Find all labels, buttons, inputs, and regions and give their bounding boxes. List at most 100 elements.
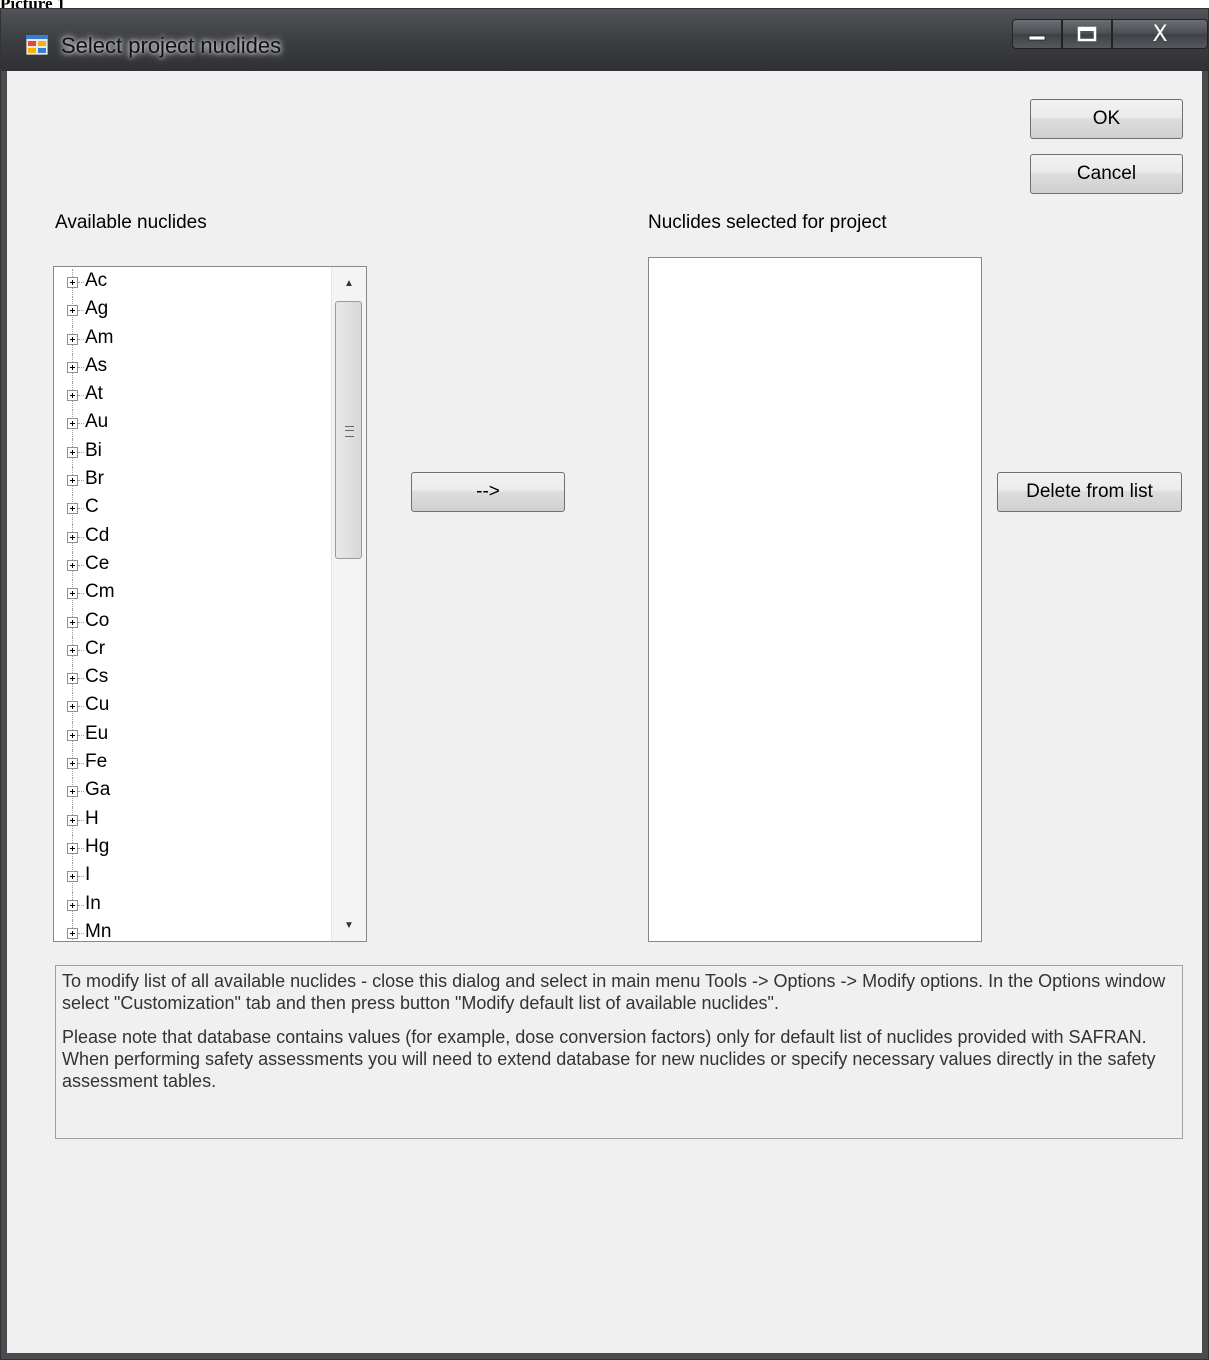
tree-item[interactable]: H xyxy=(54,806,330,835)
vertical-scrollbar[interactable]: ▲ ▼ xyxy=(331,267,366,941)
tree-item-label: Eu xyxy=(85,722,109,744)
tree-item-label: Ag xyxy=(85,298,109,320)
info-text-box: To modify list of all available nuclides… xyxy=(55,965,1183,1139)
tree-connector-line xyxy=(78,621,84,623)
tree-item[interactable]: Eu xyxy=(54,721,330,751)
scroll-up-arrow-icon[interactable]: ▲ xyxy=(332,267,366,299)
expand-plus-icon[interactable] xyxy=(67,390,78,402)
tree-item[interactable]: I xyxy=(54,863,330,892)
expand-plus-icon[interactable] xyxy=(67,333,78,345)
tree-item-label: Cs xyxy=(85,666,109,688)
selected-nuclides-label: Nuclides selected for project xyxy=(648,212,887,233)
tree-item[interactable]: Ag xyxy=(54,297,330,326)
expand-plus-icon[interactable] xyxy=(67,503,78,515)
available-nuclides-tree[interactable]: Ac Ag Am As At Au Bi Br C Cd Ce Cm Co Cr Cs Cu Eu Fe Ga H Hg… xyxy=(53,266,367,942)
tree-item[interactable]: Mn xyxy=(54,919,330,941)
expand-plus-icon[interactable] xyxy=(67,786,78,798)
expand-plus-icon[interactable] xyxy=(67,701,78,713)
dialog-window: Select project nuclides X OK Cancel Avai… xyxy=(0,8,1209,1360)
app-window-icon xyxy=(26,35,48,55)
expand-plus-icon[interactable] xyxy=(67,871,78,883)
expand-plus-icon[interactable] xyxy=(67,814,78,826)
tree-connector-line xyxy=(78,904,84,906)
close-button[interactable]: X xyxy=(1112,19,1208,49)
tree-item-label: Ga xyxy=(85,779,111,801)
tree-item-label: Bi xyxy=(85,439,102,461)
expand-plus-icon[interactable] xyxy=(67,616,78,628)
tree-list: Ac Ag Am As At Au Bi Br C Cd Ce Cm Co Cr Cs Cu Eu Fe Ga H Hg… xyxy=(54,269,330,941)
tree-item[interactable]: At xyxy=(54,382,330,411)
tree-item-label: H xyxy=(85,807,99,829)
tree-item-label: Fe xyxy=(85,751,108,773)
expand-plus-icon[interactable] xyxy=(67,361,78,373)
expand-plus-icon[interactable] xyxy=(67,588,78,600)
expand-plus-icon[interactable] xyxy=(67,531,78,543)
tree-connector-line xyxy=(78,932,84,934)
tree-item[interactable]: Cs xyxy=(54,665,330,694)
tree-item-label: Cd xyxy=(85,524,110,546)
tree-connector-line xyxy=(78,791,84,793)
selected-nuclides-list[interactable] xyxy=(648,257,982,942)
maximize-button[interactable] xyxy=(1062,19,1112,49)
tree-item[interactable]: As xyxy=(54,353,330,383)
tree-item[interactable]: Cu xyxy=(54,693,330,722)
ok-button[interactable]: OK xyxy=(1030,99,1183,139)
tree-connector-line xyxy=(78,480,84,482)
tree-item-label: Ce xyxy=(85,552,110,574)
available-nuclides-label: Available nuclides xyxy=(55,212,207,233)
tree-item[interactable]: Am xyxy=(54,325,330,354)
expand-plus-icon[interactable] xyxy=(67,673,78,685)
expand-plus-icon[interactable] xyxy=(67,927,78,939)
delete-from-list-button[interactable]: Delete from list xyxy=(997,472,1182,512)
tree-item[interactable]: Cd xyxy=(54,523,330,552)
expand-plus-icon[interactable] xyxy=(67,842,78,854)
tree-item[interactable]: Cr xyxy=(54,636,330,666)
grip-icon xyxy=(345,426,354,437)
tree-connector-line xyxy=(78,395,84,397)
tree-item[interactable]: Cm xyxy=(54,580,330,609)
tree-item[interactable]: Br xyxy=(54,467,330,496)
tree-item-label: As xyxy=(85,354,108,376)
tree-item-label: At xyxy=(85,383,103,405)
tree-connector-line xyxy=(78,819,84,821)
expand-plus-icon[interactable] xyxy=(67,305,78,317)
tree-item[interactable]: In xyxy=(54,891,330,920)
add-nuclide-button[interactable]: --> xyxy=(411,472,565,512)
tree-item-label: Co xyxy=(85,609,110,631)
scroll-down-arrow-icon[interactable]: ▼ xyxy=(332,909,366,941)
tree-item[interactable]: Ga xyxy=(54,778,330,807)
tree-item[interactable]: Au xyxy=(54,410,330,439)
tree-connector-line xyxy=(78,508,84,510)
tree-item[interactable]: C xyxy=(54,495,330,524)
close-icon: X xyxy=(1152,21,1168,47)
window-title: Select project nuclides xyxy=(61,33,282,58)
expand-plus-icon[interactable] xyxy=(67,559,78,571)
expand-plus-icon[interactable] xyxy=(67,644,78,656)
tree-connector-line xyxy=(78,451,84,453)
tree-item[interactable]: Ce xyxy=(54,551,330,581)
tree-item[interactable]: Bi xyxy=(54,438,330,468)
expand-plus-icon[interactable] xyxy=(67,446,78,458)
tree-item[interactable]: Co xyxy=(54,608,330,637)
expand-plus-icon[interactable] xyxy=(67,277,78,288)
minimize-icon xyxy=(1028,35,1046,41)
tree-connector-line xyxy=(78,876,84,878)
cancel-button[interactable]: Cancel xyxy=(1030,154,1183,194)
expand-plus-icon[interactable] xyxy=(67,899,78,911)
minimize-button[interactable] xyxy=(1012,19,1062,49)
expand-plus-icon[interactable] xyxy=(67,729,78,741)
expand-plus-icon[interactable] xyxy=(67,475,78,487)
expand-plus-icon[interactable] xyxy=(67,758,78,770)
tree-connector-line xyxy=(78,706,84,708)
title-bar[interactable]: Select project nuclides X xyxy=(1,9,1208,71)
tree-connector-line xyxy=(78,282,84,283)
tree-connector-line xyxy=(78,338,84,340)
tree-item[interactable]: Ac xyxy=(54,269,330,298)
info-paragraph-1: To modify list of all available nuclides… xyxy=(62,971,1166,1013)
tree-item[interactable]: Fe xyxy=(54,750,330,779)
tree-item[interactable]: Hg xyxy=(54,834,330,864)
expand-plus-icon[interactable] xyxy=(67,418,78,430)
tree-item-label: Hg xyxy=(85,835,110,857)
tree-connector-line xyxy=(78,734,84,736)
scrollbar-thumb[interactable] xyxy=(335,301,362,559)
